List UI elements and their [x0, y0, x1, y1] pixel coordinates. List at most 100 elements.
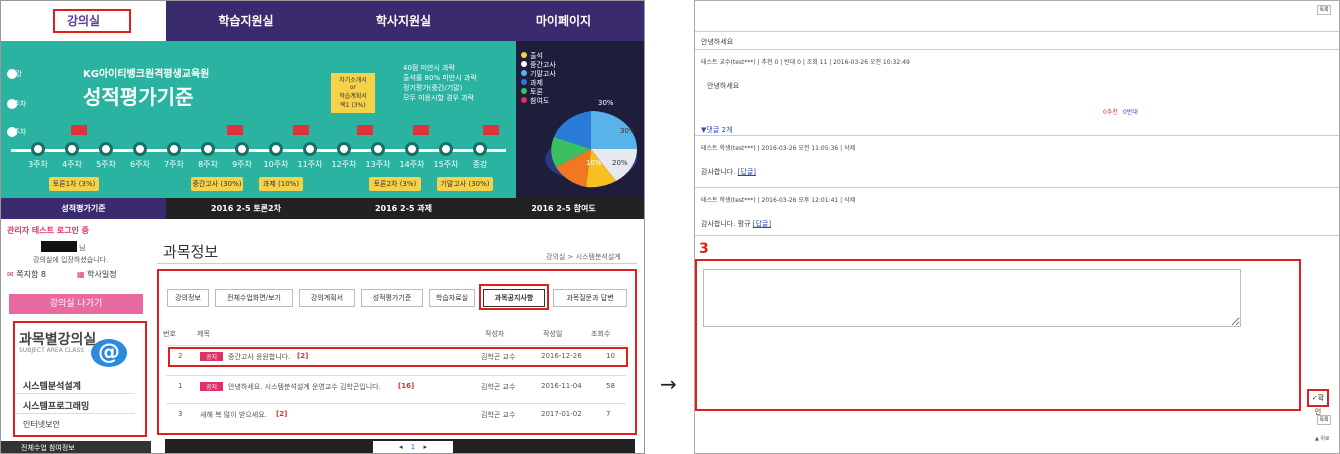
tab-qna[interactable]: 과목질문과 답변 — [553, 289, 627, 307]
nav-tab-mypage[interactable]: 마이페이지 — [481, 1, 644, 41]
reply-link[interactable]: [답글] — [738, 168, 756, 176]
tab-syllabus[interactable]: 강의계획서 — [299, 289, 355, 307]
participation-info-bar[interactable]: 전체수업 참여정보 — [1, 441, 151, 453]
exit-classroom-button[interactable]: 강의실 나가기 — [9, 294, 143, 314]
timeline-node — [133, 142, 147, 156]
list-bottom-button[interactable]: 목록 — [1317, 415, 1331, 425]
tab-course-info[interactable]: 강의정보 — [167, 289, 209, 307]
comment-body: 감사합니다. [답글] — [701, 167, 756, 177]
timeline-node — [405, 142, 419, 156]
row-author: 김학곤 교수 — [481, 383, 516, 391]
pie-label: 30% — [620, 127, 636, 135]
page-number[interactable]: 1 — [411, 443, 415, 451]
confirm-button[interactable]: ✓확인 — [1307, 389, 1329, 416]
nav-tab-academic[interactable]: 학사지원실 — [326, 1, 481, 41]
subtab-debate2[interactable]: 2016 2-5 토론2차 — [166, 198, 326, 219]
legend-dot — [521, 97, 527, 103]
week-label: 5주차 — [96, 160, 116, 169]
week-label: 9주차 — [232, 160, 252, 169]
mail-icon: ✉ — [7, 270, 14, 279]
note-line-3: 학습계획서 — [339, 93, 367, 100]
week-label: 12주차 — [331, 160, 357, 169]
divider — [695, 135, 1339, 136]
legend-label: 토론 — [530, 88, 543, 96]
banner-note: 자기소개서 or 학습계획서 택1 (3%) — [331, 73, 375, 113]
schedule-label: 학사일정 — [87, 270, 117, 279]
subtab-criteria[interactable]: 성적평가기준 — [1, 198, 166, 219]
schedule-link[interactable]: ▦ 학사일정 — [77, 269, 117, 280]
post-body: 안녕하세요 — [707, 82, 740, 90]
divider — [695, 187, 1339, 188]
reply-link[interactable]: [답글] — [753, 220, 771, 228]
vote-up[interactable]: 0추천 — [1103, 107, 1118, 116]
table-row[interactable]: 1 공지 안녕하세요. 시스템분석설계 운영교수 김학곤입니다. [16] 김학… — [166, 375, 626, 397]
course-item-programming[interactable]: 시스템프로그래밍 — [23, 399, 89, 412]
rule-4: 모두 미응시할 경우 과락 — [403, 94, 475, 102]
comment-header: ▼댓글 2개 — [701, 126, 733, 134]
table-row[interactable]: 3 새해 복 많이 받으세요. [2] 김학곤 교수 2017-01-02 7 — [166, 403, 626, 425]
list-top-button[interactable]: 목록 — [1317, 5, 1331, 15]
col-header-views: 조회수 — [591, 330, 611, 338]
tab-materials[interactable]: 학습자료실 — [429, 289, 475, 307]
redacted-name — [41, 241, 77, 252]
legend-dot — [521, 88, 527, 94]
banner-rules: 40점 미만시 과락 출석률 80% 미만시 과락 정기평가(중간/기말) 모두… — [403, 63, 477, 103]
rule-3: 정기평가(중간/기말) — [403, 84, 463, 92]
subtab-participation[interactable]: 2016 2-5 참여도 — [481, 198, 644, 219]
legend-dot — [521, 79, 527, 85]
rule-2: 출석률 80% 미만시 과락 — [403, 74, 477, 82]
timeline-node — [31, 142, 45, 156]
row-no: 1 — [178, 382, 183, 390]
highlight-nav-classroom — [53, 9, 131, 33]
class-section-sub: SUBJECT AREA CLASS — [19, 347, 85, 354]
post-meta: 테스트 교수(test***) | 추천 0 | 반대 0 | 조회 11 | … — [701, 59, 910, 66]
comment-meta: 테스트 학생(test***) | 2016-03-26 오후 12:01:41… — [701, 197, 856, 204]
row-author: 김학곤 교수 — [481, 411, 516, 419]
timeline-node — [337, 142, 351, 156]
badge-midterm: 중간고사 (30%) — [191, 177, 243, 191]
row-title[interactable]: 안녕하세요. 시스템분석설계 운영교수 김학곤입니다. — [228, 382, 381, 392]
col-header-date: 작성일 — [543, 330, 563, 338]
timeline-node — [201, 142, 215, 156]
scroll-top-link[interactable]: ▲ 위로 — [1315, 435, 1330, 442]
row-comment-count: [2] — [276, 410, 288, 418]
row-title[interactable]: 새해 복 많이 받으세요. — [200, 410, 267, 420]
flag-icon — [483, 125, 499, 135]
week-label: 10주차 — [263, 160, 289, 169]
timeline-node — [303, 142, 317, 156]
divider — [695, 49, 1339, 50]
notes-link[interactable]: ✉ 쪽지함 8 — [7, 269, 46, 280]
course-item-security[interactable]: 인터넷보안 — [23, 419, 60, 430]
step-number: 3 — [699, 241, 709, 257]
note-line-2: or — [349, 84, 357, 91]
timeline-dot-2 — [7, 99, 17, 109]
comment-textarea[interactable] — [703, 269, 1241, 327]
flag-icon — [293, 125, 309, 135]
flag-icon — [357, 125, 373, 135]
row-date: 2016-11-04 — [541, 382, 582, 390]
nav-tab-learning[interactable]: 학습지원실 — [166, 1, 326, 41]
divider — [15, 393, 135, 394]
vote-down[interactable]: 0반대 — [1123, 107, 1138, 116]
course-item-analysis[interactable]: 시스템분석설계 — [23, 379, 81, 392]
note-line-4: 택1 (3%) — [340, 102, 366, 109]
row-views: 7 — [606, 410, 611, 418]
login-status: 관리자 테스트 로그인 중 — [7, 226, 89, 235]
timeline-node — [473, 142, 487, 156]
next-page-icon[interactable]: ▸ — [423, 443, 427, 451]
subtab-assignment[interactable]: 2016 2-5 과제 — [326, 198, 481, 219]
top-nav: 강의실 학습지원실 학사지원실 마이페이지 — [1, 1, 644, 41]
comment-meta: 테스트 학생(test***) | 2016-03-26 오전 11:05:36… — [701, 145, 856, 152]
banner-org: KG아이티뱅크원격평생교육원 — [83, 69, 210, 80]
week-label: 15주차 — [433, 160, 459, 169]
prev-page-icon[interactable]: ◂ — [399, 443, 403, 451]
banner-subtabs: 성적평가기준 2016 2-5 토론2차 2016 2-5 과제 2016 2-… — [1, 198, 644, 219]
tab-lecture-view[interactable]: 전체수업화면/보기 — [215, 289, 293, 307]
calendar-icon: ▦ — [77, 270, 85, 279]
flag-icon — [71, 125, 87, 135]
timeline-node — [269, 142, 283, 156]
at-sign-icon: @ — [91, 339, 127, 367]
tab-grading[interactable]: 성적평가기준 — [361, 289, 423, 307]
week-label: 8주차 — [198, 160, 218, 169]
timeline-node — [65, 142, 79, 156]
